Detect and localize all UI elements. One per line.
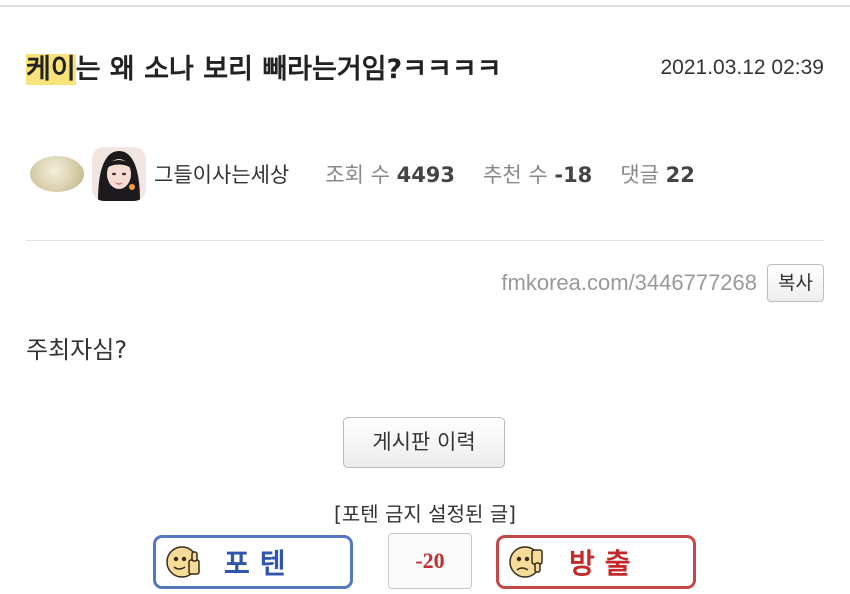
post-date: 2021.03.12 02:39 — [660, 56, 825, 79]
view-count-value: 4493 — [396, 163, 456, 187]
author-nickname[interactable]: 그들이사는세상 — [154, 159, 289, 189]
recommend-count-value: -18 — [554, 163, 593, 187]
downvote-label: 방출 — [569, 549, 641, 580]
comment-count[interactable]: 댓글 22 — [620, 159, 695, 189]
level-badge-icon — [30, 156, 84, 192]
potent-ban-notice: [포텐 금지 설정된 글] — [334, 502, 516, 526]
upvote-button[interactable]: 포텐 — [153, 535, 353, 589]
board-history-button[interactable]: 게시판 이력 — [343, 417, 505, 468]
avatar[interactable] — [92, 147, 146, 201]
post-body: 주최자심? — [26, 336, 128, 364]
view-count: 조회 수 4493 — [325, 159, 455, 189]
post-url[interactable]: fmkorea.com/3446777268 — [501, 270, 757, 296]
recommend-count: 추천 수 -18 — [483, 159, 592, 189]
comment-count-label: 댓글 — [620, 163, 659, 187]
recommend-count-label: 추천 수 — [483, 163, 548, 187]
header-divider — [26, 240, 824, 241]
top-divider — [0, 5, 850, 7]
comment-count-value: 22 — [665, 163, 695, 187]
post-link-row: fmkorea.com/3446777268 복사 — [501, 264, 824, 302]
copy-url-button[interactable]: 복사 — [767, 264, 824, 302]
title-text: 는 왜 소나 보리 빼라는거임?ㅋㅋㅋㅋ — [75, 54, 502, 85]
downvote-button[interactable]: 방출 — [496, 535, 696, 589]
vote-score: -20 — [388, 533, 472, 589]
post-meta: 그들이사는세상 조회 수 4493 추천 수 -18 댓글 22 — [30, 146, 723, 202]
post-title: 케이는 왜 소나 보리 빼라는거임?ㅋㅋㅋㅋ — [26, 48, 626, 92]
title-highlight: 케이 — [26, 54, 76, 85]
view-count-label: 조회 수 — [325, 163, 390, 187]
thumbs-down-face-icon — [509, 546, 543, 578]
upvote-label: 포텐 — [224, 549, 296, 580]
thumbs-up-face-icon — [166, 546, 200, 578]
